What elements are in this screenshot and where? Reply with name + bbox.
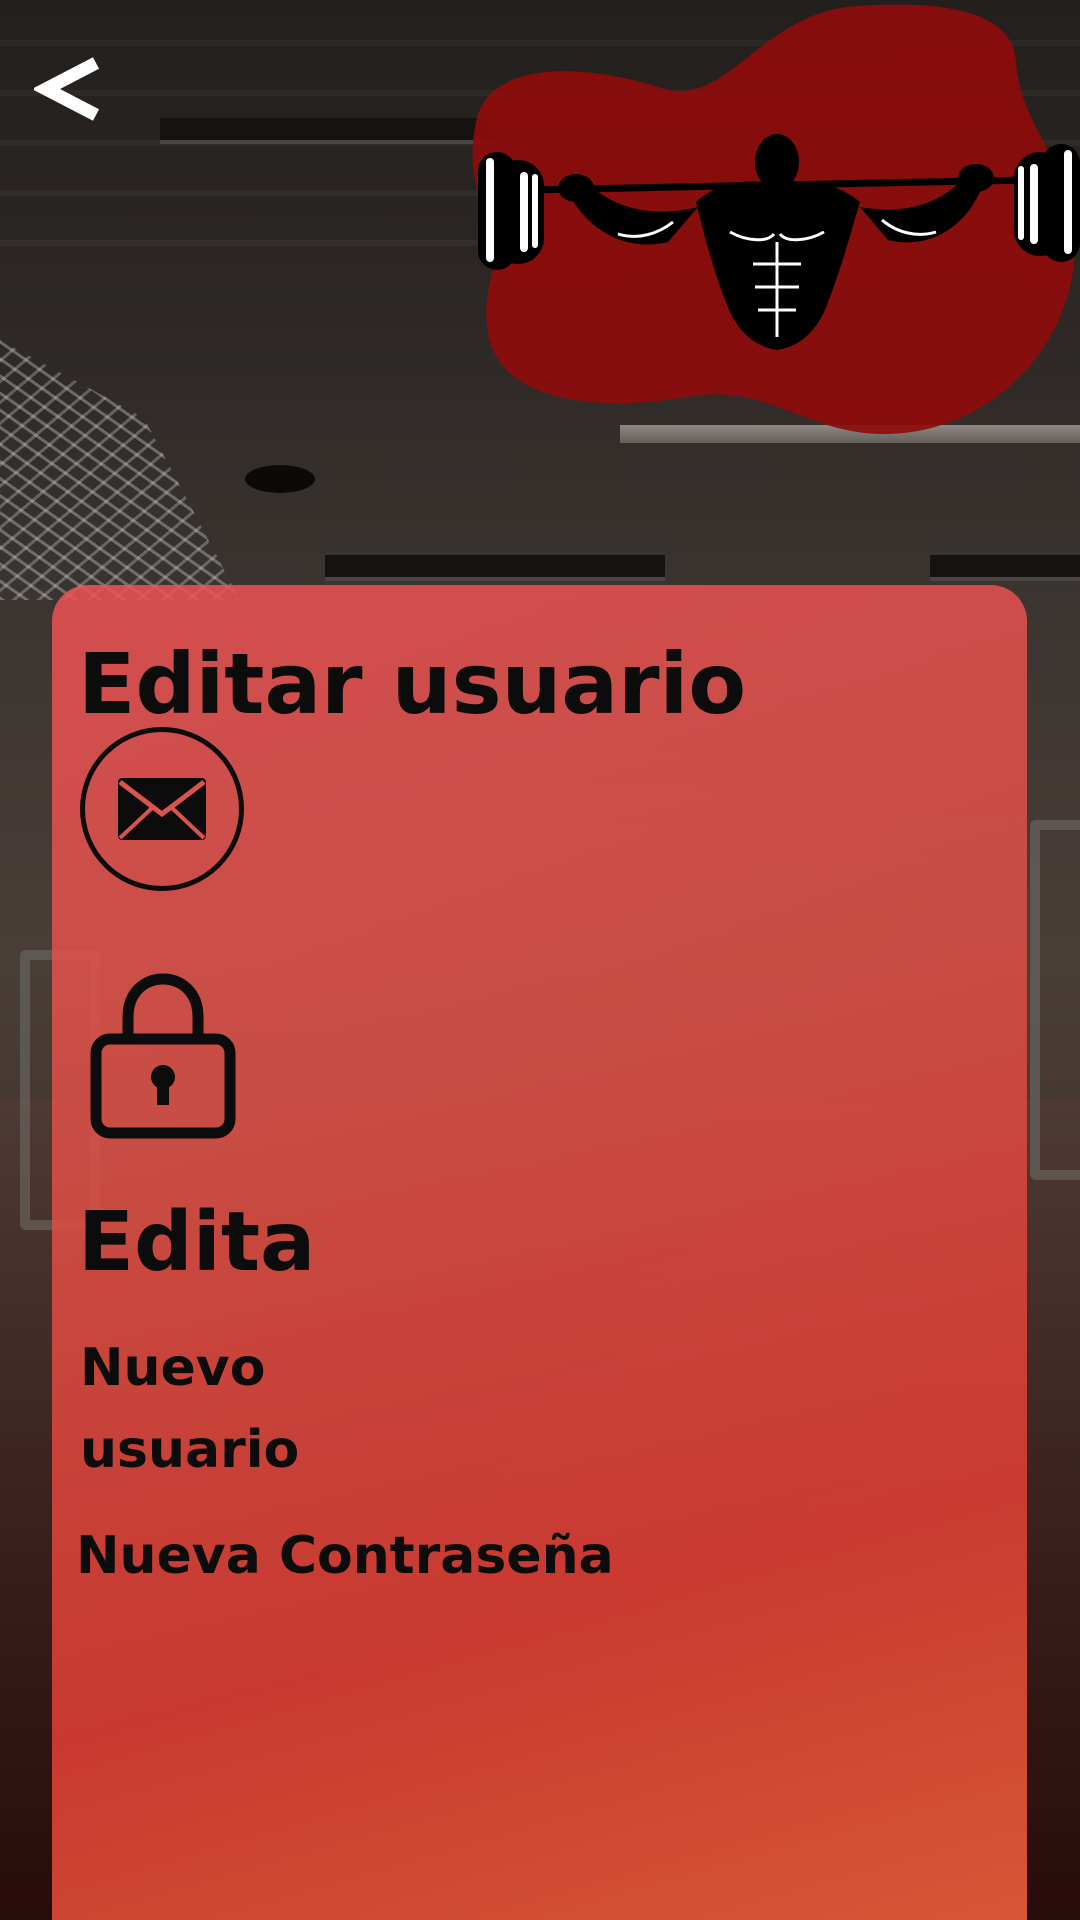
padlock-icon: [90, 973, 236, 1143]
section-title: Edita: [78, 1195, 316, 1290]
envelope-icon: [118, 778, 206, 840]
email-button[interactable]: [80, 727, 244, 891]
back-button[interactable]: [30, 44, 110, 134]
page-title: Editar usuario: [78, 635, 747, 733]
weightlifter-icon: [478, 134, 1080, 350]
app-logo: [468, 2, 1080, 522]
chevron-left-icon: [34, 57, 99, 121]
new-user-field[interactable]: Nuevo usuario: [80, 1327, 340, 1491]
new-password-field[interactable]: Nueva Contraseña: [76, 1515, 614, 1597]
edit-user-card: Editar usuario Edita Nuevo usuario Nueva…: [52, 585, 1027, 1920]
